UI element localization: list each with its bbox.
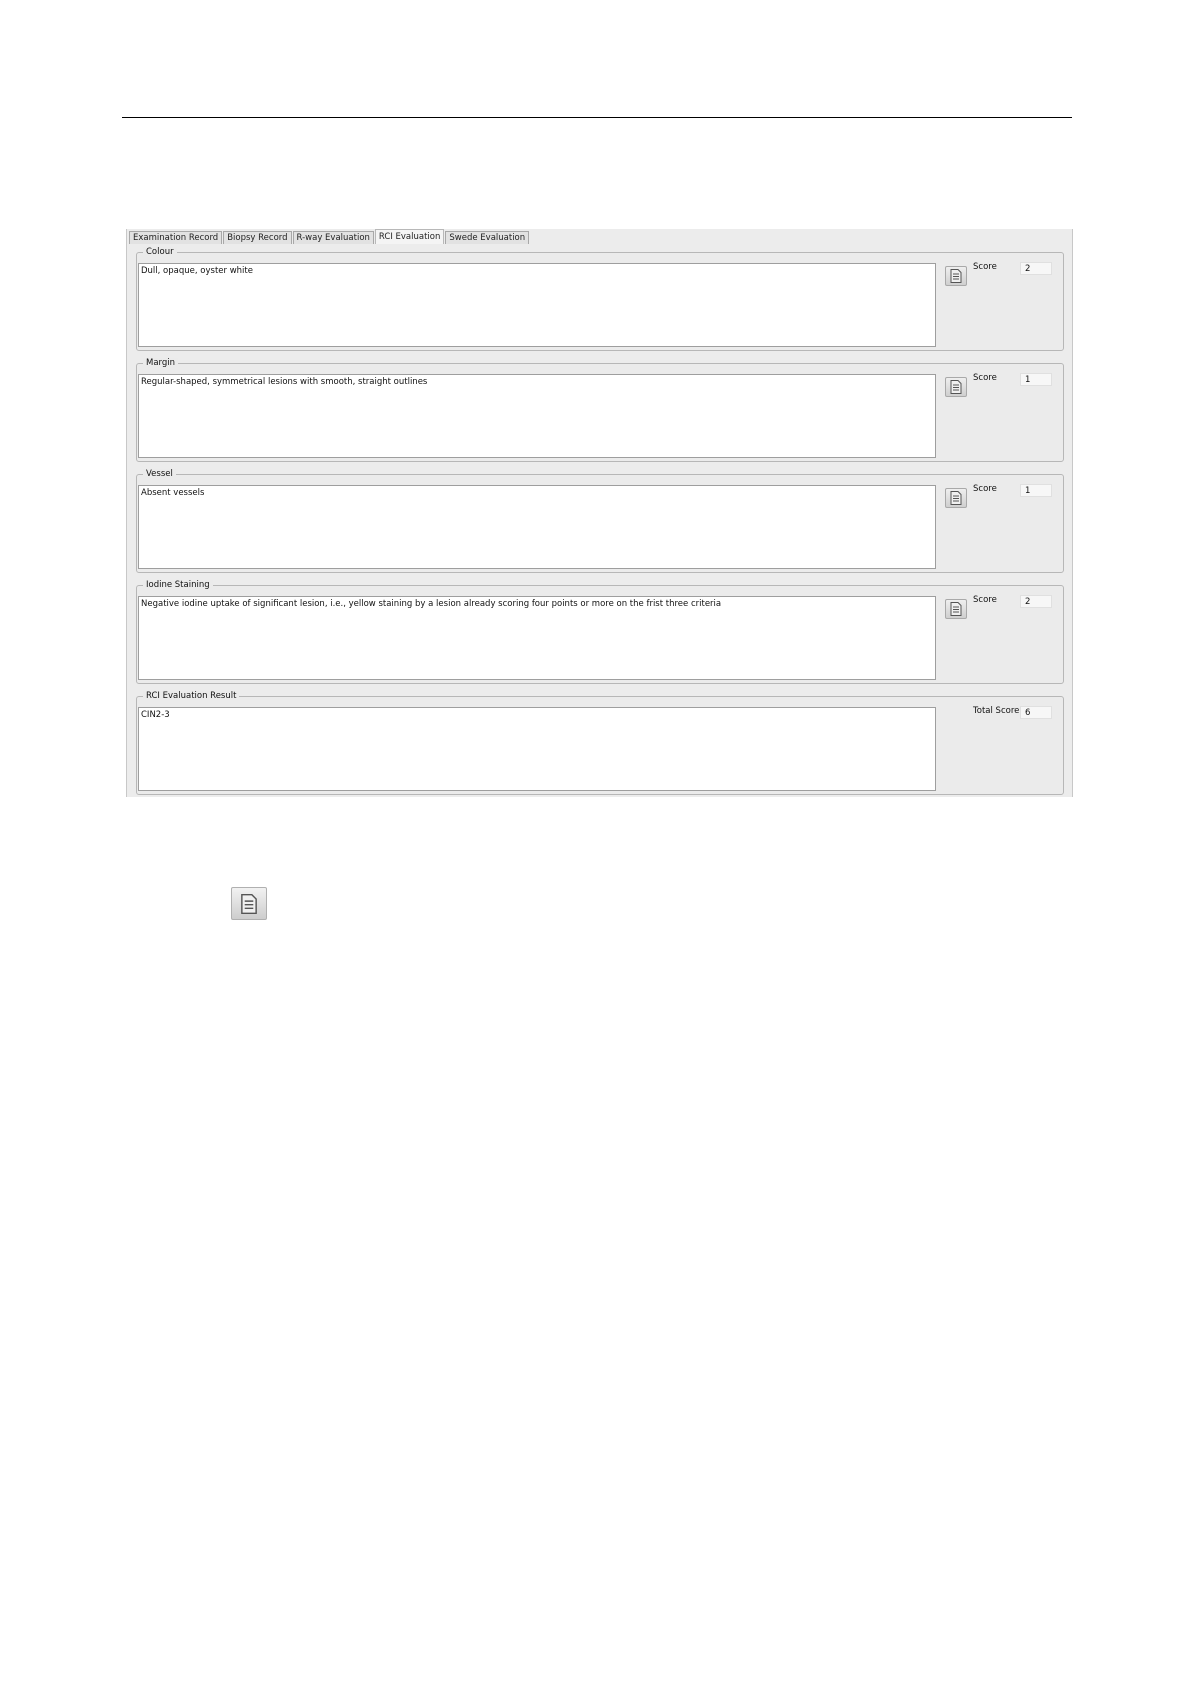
iodine-staining-score-field: 2 (1020, 595, 1052, 608)
margin-select-button[interactable] (945, 377, 967, 397)
tab-bar: Examination Record Biopsy Record R-way E… (129, 229, 530, 244)
iodine-staining-textarea[interactable]: Negative iodine uptake of significant le… (138, 596, 936, 680)
iodine-staining-score-label: Score (973, 595, 997, 605)
document-icon (950, 491, 962, 505)
colour-select-button[interactable] (945, 266, 967, 286)
margin-textarea[interactable]: Regular-shaped, symmetrical lesions with… (138, 374, 936, 458)
vessel-textarea[interactable]: Absent vessels (138, 485, 936, 569)
vessel-score-label: Score (973, 484, 997, 494)
total-score-field: 6 (1020, 706, 1052, 719)
tab-biopsy-record[interactable]: Biopsy Record (223, 231, 292, 244)
tab-r-way-evaluation[interactable]: R-way Evaluation (292, 231, 374, 244)
iodine-staining-title: Iodine Staining (143, 580, 213, 591)
margin-score-label: Score (973, 373, 997, 383)
rci-result-textarea[interactable]: CIN2-3 (138, 707, 936, 791)
margin-score-field: 1 (1020, 373, 1052, 386)
colour-score-field: 2 (1020, 262, 1052, 275)
tab-rci-evaluation[interactable]: RCI Evaluation (374, 229, 445, 244)
total-score-label: Total Score (973, 706, 1020, 716)
colour-textarea[interactable]: Dull, opaque, oyster white (138, 263, 936, 347)
colour-title: Colour (143, 247, 177, 258)
document-icon (241, 893, 257, 914)
document-icon (950, 380, 962, 394)
colour-group: Colour Dull, opaque, oyster white Score … (136, 247, 1064, 351)
document-icon (950, 602, 962, 616)
iodine-staining-select-button[interactable] (945, 599, 967, 619)
vessel-title: Vessel (143, 469, 176, 480)
tab-swede-evaluation[interactable]: Swede Evaluation (445, 231, 530, 244)
tab-examination-record[interactable]: Examination Record (129, 231, 223, 244)
document-icon (950, 269, 962, 283)
iodine-staining-group: Iodine Staining Negative iodine uptake o… (136, 580, 1064, 684)
vessel-group: Vessel Absent vessels Score 1 (136, 469, 1064, 573)
margin-group: Margin Regular-shaped, symmetrical lesio… (136, 358, 1064, 462)
rci-evaluation-window: Examination Record Biopsy Record R-way E… (126, 229, 1073, 797)
document-button-legend (231, 887, 267, 920)
rci-result-title: RCI Evaluation Result (143, 691, 240, 702)
vessel-select-button[interactable] (945, 488, 967, 508)
header-rule (122, 117, 1072, 118)
vessel-score-field: 1 (1020, 484, 1052, 497)
colour-score-label: Score (973, 262, 997, 272)
margin-title: Margin (143, 358, 179, 369)
rci-result-group: RCI Evaluation Result CIN2-3 Total Score… (136, 691, 1064, 795)
